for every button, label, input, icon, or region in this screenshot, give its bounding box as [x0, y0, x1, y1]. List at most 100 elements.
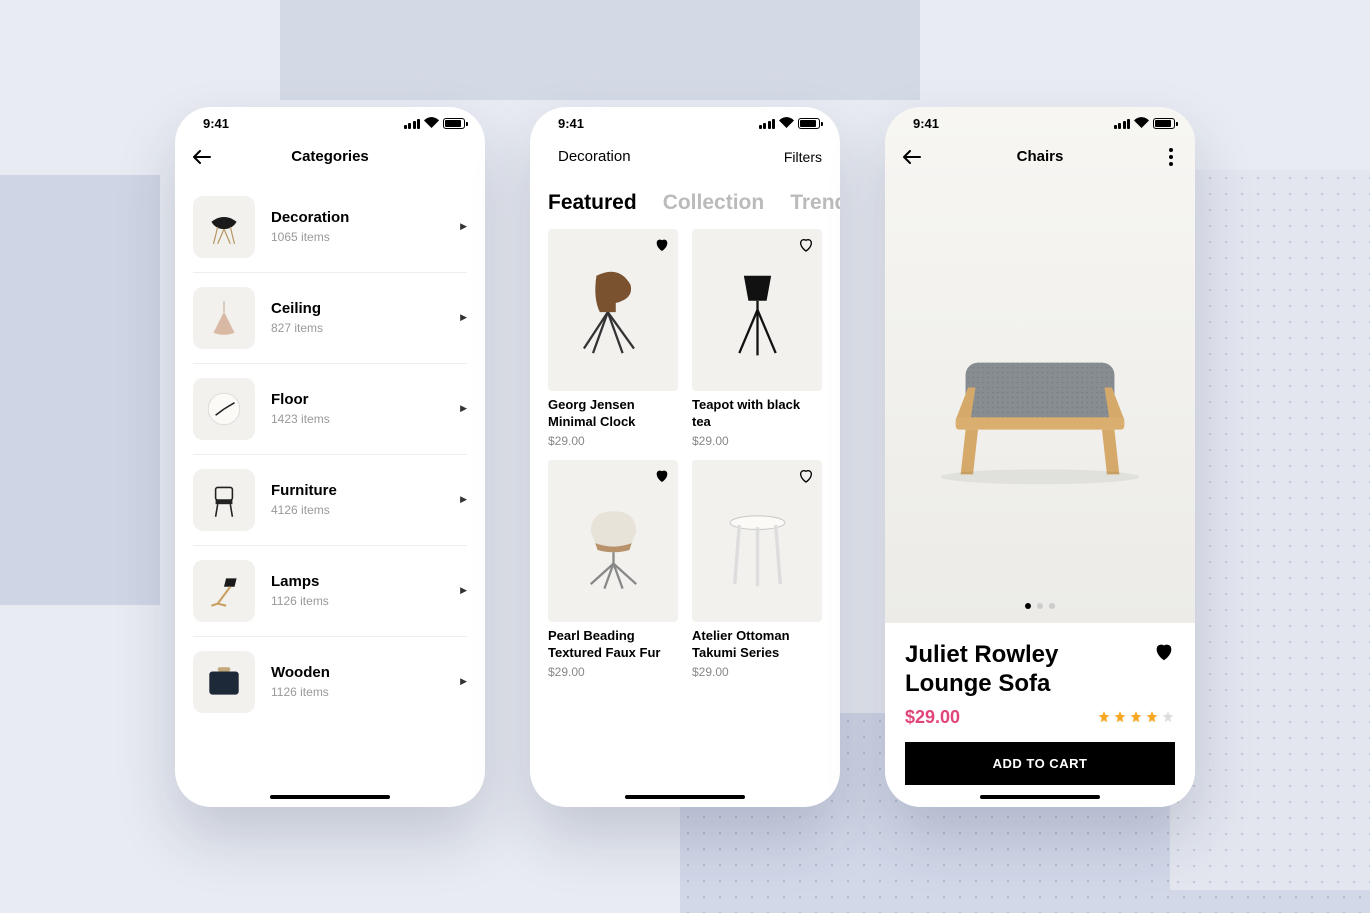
screen-product-detail: 9:41 Chairs — [885, 107, 1195, 807]
product-title: Juliet Rowley Lounge Sofa — [905, 641, 1143, 699]
category-count: 1423 items — [271, 412, 444, 426]
status-bar: 9:41 — [885, 107, 1195, 137]
page-dot[interactable] — [1049, 603, 1055, 609]
battery-icon — [1153, 118, 1175, 129]
category-name: Floor — [271, 391, 444, 408]
tab-trend[interactable]: Trend — [790, 191, 840, 215]
chevron-right-icon: ▶ — [460, 221, 467, 232]
chevron-right-icon: ▶ — [460, 585, 467, 596]
product-name: Atelier Ottoman Takumi Series — [692, 628, 822, 662]
status-indicators — [759, 117, 821, 131]
signal-icon — [759, 119, 776, 129]
chevron-right-icon: ▶ — [460, 676, 467, 687]
page-title: Chairs — [1017, 148, 1064, 165]
status-indicators — [1114, 117, 1176, 131]
detail-panel: Juliet Rowley Lounge Sofa $29.00 ADD TO … — [885, 623, 1195, 807]
add-to-cart-button[interactable]: ADD TO CART — [905, 742, 1175, 785]
product-card[interactable]: Atelier Ottoman Takumi Series $29.00 — [692, 460, 822, 679]
more-icon[interactable] — [1165, 144, 1177, 170]
product-card[interactable]: Teapot with black tea $29.00 — [692, 229, 822, 448]
category-name: Decoration — [271, 209, 444, 226]
tab-featured[interactable]: Featured — [548, 191, 637, 215]
tabs: Featured Collection Trend — [530, 177, 840, 225]
image-pagination[interactable] — [1025, 603, 1055, 609]
category-thumb — [193, 287, 255, 349]
home-indicator — [270, 795, 390, 799]
category-name: Lamps — [271, 573, 444, 590]
rating-stars — [1097, 710, 1175, 724]
chevron-right-icon: ▶ — [460, 494, 467, 505]
category-name: Ceiling — [271, 300, 444, 317]
product-image — [692, 229, 822, 392]
chevron-right-icon: ▶ — [460, 312, 467, 323]
battery-icon — [798, 118, 820, 129]
product-price: $29.00 — [692, 665, 822, 679]
category-item-floor[interactable]: Floor 1423 items ▶ — [193, 364, 467, 455]
category-item-decoration[interactable]: Decoration 1065 items ▶ — [193, 182, 467, 273]
filters-button[interactable]: Filters — [784, 149, 822, 165]
category-thumb — [193, 560, 255, 622]
status-time: 9:41 — [558, 116, 584, 131]
status-time: 9:41 — [913, 116, 939, 131]
product-card[interactable]: Georg Jensen Minimal Clock $29.00 — [548, 229, 678, 448]
product-hero-image[interactable] — [885, 107, 1195, 623]
category-count: 1126 items — [271, 685, 444, 699]
battery-icon — [443, 118, 465, 129]
nav-bar: Decoration Filters — [530, 137, 840, 177]
product-price: $29.00 — [905, 707, 960, 728]
heart-icon[interactable] — [798, 468, 814, 484]
product-name: Georg Jensen Minimal Clock — [548, 397, 678, 431]
back-icon[interactable] — [903, 150, 921, 164]
category-item-wooden[interactable]: Wooden 1126 items ▶ — [193, 637, 467, 727]
product-price: $29.00 — [692, 434, 822, 448]
product-image — [548, 460, 678, 623]
category-list: Decoration 1065 items ▶ Ceiling 827 item… — [175, 177, 485, 807]
product-image — [548, 229, 678, 392]
product-image — [692, 460, 822, 623]
nav-bar: Chairs — [885, 137, 1195, 177]
page-dot[interactable] — [1025, 603, 1031, 609]
signal-icon — [1114, 119, 1131, 129]
status-indicators — [404, 117, 466, 131]
home-indicator — [980, 795, 1100, 799]
category-thumb — [193, 651, 255, 713]
product-name: Pearl Beading Textured Faux Fur — [548, 628, 678, 662]
heart-icon[interactable] — [654, 468, 670, 484]
category-count: 4126 items — [271, 503, 444, 517]
page-dot[interactable] — [1037, 603, 1043, 609]
home-indicator — [625, 795, 745, 799]
nav-bar: Categories — [175, 137, 485, 177]
heart-icon[interactable] — [1153, 641, 1175, 663]
status-bar: 9:41 — [175, 107, 485, 137]
wifi-icon — [424, 117, 439, 131]
category-name: Furniture — [271, 482, 444, 499]
tab-collection[interactable]: Collection — [663, 191, 765, 215]
wifi-icon — [779, 117, 794, 131]
status-time: 9:41 — [203, 116, 229, 131]
category-item-lamps[interactable]: Lamps 1126 items ▶ — [193, 546, 467, 637]
category-count: 827 items — [271, 321, 444, 335]
product-name: Teapot with black tea — [692, 397, 822, 431]
category-thumb — [193, 378, 255, 440]
category-item-furniture[interactable]: Furniture 4126 items ▶ — [193, 455, 467, 546]
category-thumb — [193, 196, 255, 258]
product-price: $29.00 — [548, 665, 678, 679]
category-thumb — [193, 469, 255, 531]
product-grid: Georg Jensen Minimal Clock $29.00 Teapot… — [530, 225, 840, 807]
screen-categories: 9:41 Categories — [175, 107, 485, 807]
chevron-right-icon: ▶ — [460, 403, 467, 414]
wifi-icon — [1134, 117, 1149, 131]
back-icon[interactable] — [193, 150, 211, 164]
product-card[interactable]: Pearl Beading Textured Faux Fur $29.00 — [548, 460, 678, 679]
category-item-ceiling[interactable]: Ceiling 827 items ▶ — [193, 273, 467, 364]
heart-icon[interactable] — [654, 237, 670, 253]
page-title: Categories — [291, 148, 369, 165]
status-bar: 9:41 — [530, 107, 840, 137]
category-count: 1065 items — [271, 230, 444, 244]
category-count: 1126 items — [271, 594, 444, 608]
screen-decoration: 9:41 Decoration Filters Featured Collect… — [530, 107, 840, 807]
category-name: Wooden — [271, 664, 444, 681]
product-price: $29.00 — [548, 434, 678, 448]
signal-icon — [404, 119, 421, 129]
heart-icon[interactable] — [798, 237, 814, 253]
